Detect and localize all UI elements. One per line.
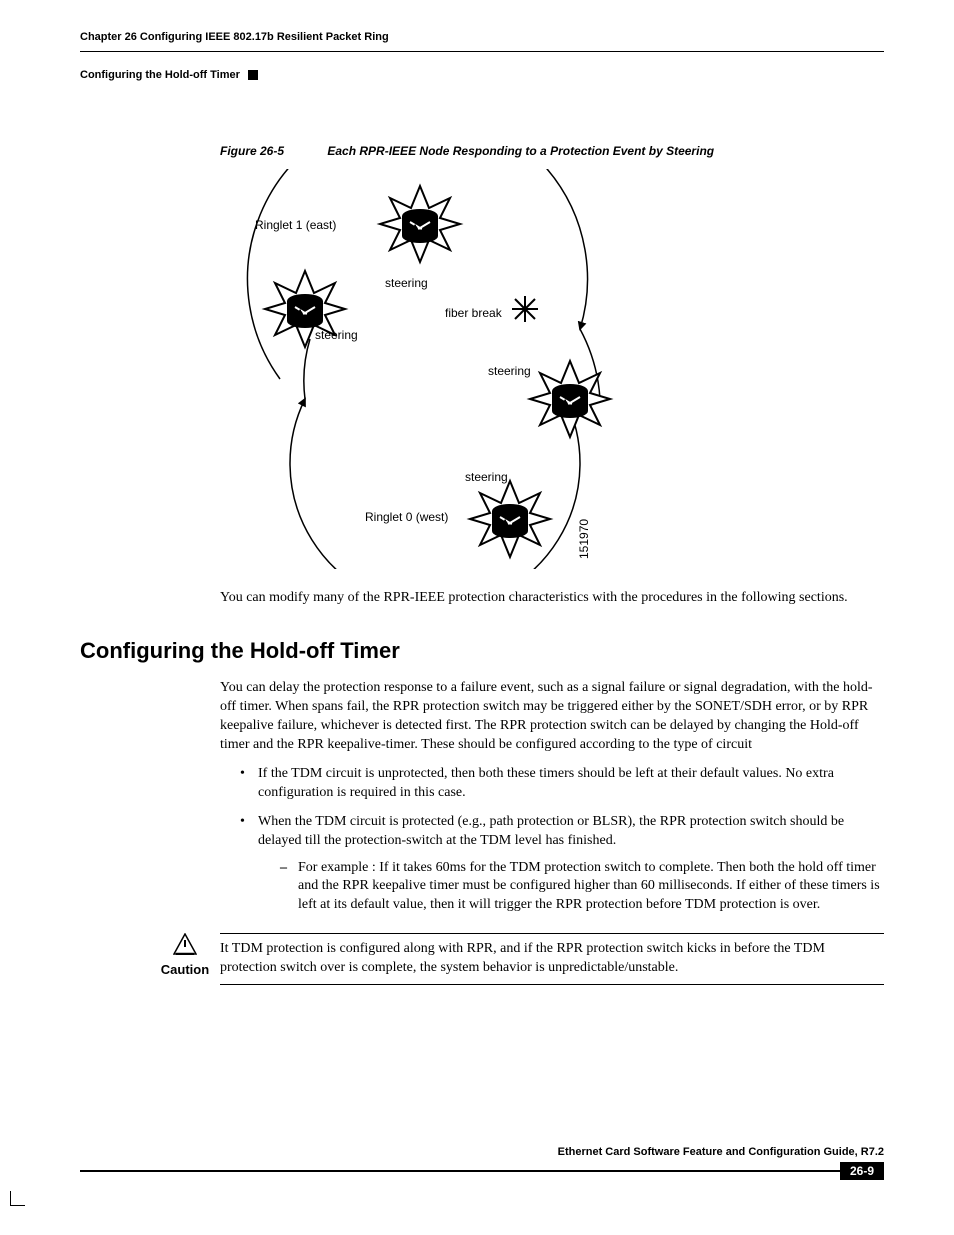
dash-list: For example : If it takes 60ms for the T… — [280, 859, 884, 916]
caution-block: Caution It TDM protection is configured … — [150, 933, 884, 985]
list-item: For example : If it takes 60ms for the T… — [280, 859, 884, 916]
list-item: When the TDM circuit is protected (e.g.,… — [240, 813, 884, 915]
list-item: If the TDM circuit is unprotected, then … — [240, 765, 884, 803]
bullet-text-2: When the TDM circuit is protected (e.g.,… — [258, 814, 844, 848]
label-steering-bottom: steering — [465, 470, 508, 484]
label-steering-right: steering — [488, 364, 531, 378]
figure-diagram: Ringlet 1 (east) steering steering fiber… — [220, 169, 640, 569]
figure-number: Figure 26-5 — [220, 144, 284, 158]
figure-title: Each RPR-IEEE Node Responding to a Prote… — [327, 144, 714, 158]
label-steering-top: steering — [385, 276, 428, 290]
label-fiber-break: fiber break — [445, 306, 503, 320]
crop-mark-icon — [10, 1191, 25, 1206]
page-footer: Ethernet Card Software Feature and Confi… — [80, 1145, 884, 1180]
chapter-title: Chapter 26 Configuring IEEE 802.17b Resi… — [80, 30, 389, 45]
label-ringlet0: Ringlet 0 (west) — [365, 510, 448, 524]
page-header: Chapter 26 Configuring IEEE 802.17b Resi… — [80, 30, 884, 83]
intro-paragraph: You can modify many of the RPR-IEEE prot… — [220, 589, 884, 608]
page-number: 26-9 — [840, 1162, 884, 1180]
dash-text-1: For example : If it takes 60ms for the T… — [298, 860, 880, 913]
bullet-list: If the TDM circuit is unprotected, then … — [240, 765, 884, 915]
caution-text: It TDM protection is configured along wi… — [220, 933, 884, 985]
warning-icon — [150, 933, 220, 959]
header-square-icon — [248, 70, 258, 80]
figure-art-id: 151970 — [577, 519, 591, 559]
footer-rule — [80, 1170, 840, 1180]
label-ringlet1: Ringlet 1 (east) — [255, 218, 336, 232]
section-title-header: Configuring the Hold-off Timer — [80, 68, 240, 83]
caution-label: Caution — [150, 961, 220, 979]
header-rule — [80, 51, 884, 52]
section-paragraph-1: You can delay the protection response to… — [220, 679, 884, 755]
section-heading: Configuring the Hold-off Timer — [80, 636, 884, 666]
footer-doc-title: Ethernet Card Software Feature and Confi… — [80, 1145, 884, 1160]
figure-caption: Figure 26-5 Each RPR-IEEE Node Respondin… — [220, 143, 884, 159]
label-steering-left: steering — [315, 328, 358, 342]
bullet-text-1: If the TDM circuit is unprotected, then … — [258, 766, 834, 800]
